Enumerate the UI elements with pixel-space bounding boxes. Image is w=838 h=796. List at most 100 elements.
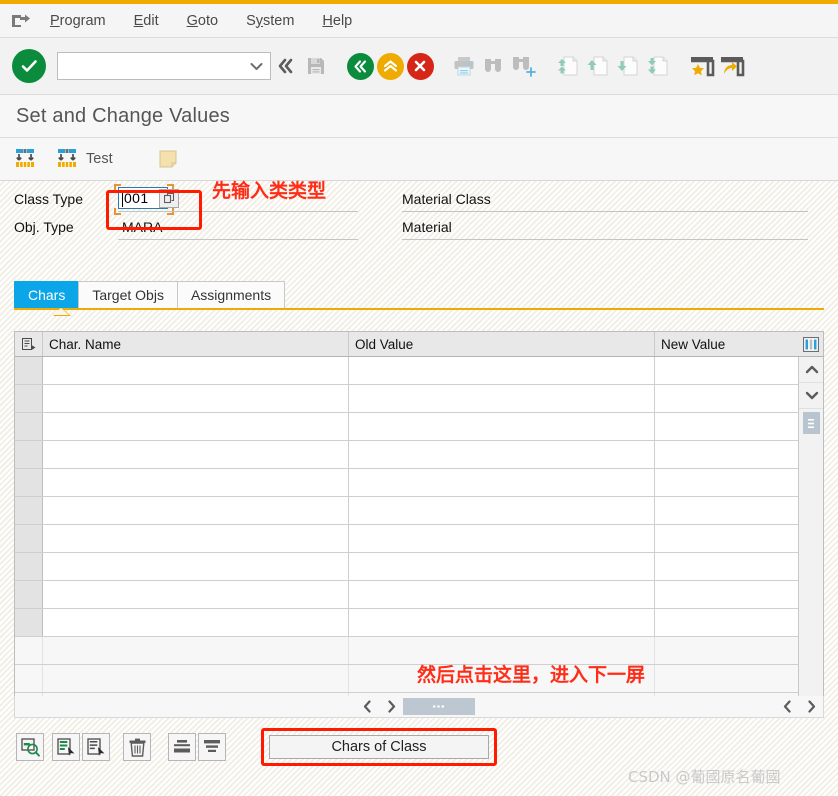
scroll-left-end-icon[interactable] [775, 697, 799, 717]
exit-button[interactable] [375, 48, 405, 84]
trash-button[interactable] [123, 733, 151, 761]
cell-new-value[interactable] [655, 609, 802, 636]
table-row[interactable] [15, 525, 823, 553]
cell-new-value[interactable] [655, 469, 802, 496]
back-button[interactable] [345, 48, 375, 84]
cell-old-value[interactable] [349, 441, 655, 468]
cell-char-name[interactable] [43, 469, 349, 496]
cell-old-value[interactable] [349, 525, 655, 552]
cell-old-value[interactable] [349, 581, 655, 608]
cell-char-name[interactable] [43, 609, 349, 636]
cell-new-value[interactable] [655, 497, 802, 524]
cell-old-value[interactable] [349, 357, 655, 384]
table-row[interactable] [15, 497, 823, 525]
last-page-button[interactable] [643, 48, 673, 84]
menu-edit[interactable]: Edit [120, 10, 173, 32]
cell-char-name[interactable] [43, 441, 349, 468]
menu-system[interactable]: System [232, 10, 308, 32]
cell-new-value[interactable] [655, 581, 802, 608]
cell-new-value[interactable] [655, 357, 802, 384]
select-all-icon[interactable] [15, 332, 43, 356]
material-underline[interactable] [402, 239, 808, 240]
scroll-down-icon[interactable] [799, 383, 823, 409]
collapse-command-button[interactable] [271, 48, 301, 84]
scroll-thumb-icon[interactable] [802, 412, 820, 434]
enter-button[interactable] [12, 49, 46, 83]
table-row[interactable] [15, 413, 823, 441]
first-page-button[interactable] [553, 48, 583, 84]
cell-old-value[interactable] [349, 497, 655, 524]
cell-char-name[interactable] [43, 525, 349, 552]
grid-vertical-scrollbar[interactable] [798, 357, 823, 713]
cell-char-name[interactable] [43, 385, 349, 412]
cell-old-value[interactable] [349, 553, 655, 580]
table-row[interactable] [15, 385, 823, 413]
exit-session-icon[interactable] [6, 13, 36, 29]
row-selector[interactable] [15, 357, 43, 384]
cell-new-value[interactable] [655, 413, 802, 440]
cell-old-value[interactable] [349, 385, 655, 412]
cell-char-name[interactable] [43, 413, 349, 440]
cell-new-value[interactable] [655, 525, 802, 552]
find-entry-button[interactable] [16, 733, 44, 761]
scroll-right-icon[interactable] [379, 697, 403, 717]
table-row[interactable] [15, 441, 823, 469]
tab-target-objs[interactable]: Target Objs [78, 281, 178, 308]
command-field[interactable] [57, 52, 271, 80]
table-row[interactable] [15, 581, 823, 609]
menu-help[interactable]: Help [308, 10, 366, 32]
sort-descending-button[interactable] [198, 733, 226, 761]
cancel-button[interactable] [405, 48, 435, 84]
test-button[interactable]: Test [50, 144, 118, 174]
column-char-name[interactable]: Char. Name [43, 332, 349, 356]
row-selector[interactable] [15, 413, 43, 440]
cell-old-value[interactable] [349, 609, 655, 636]
row-selector[interactable] [15, 441, 43, 468]
scroll-right-end-icon[interactable] [799, 697, 823, 717]
save-button[interactable] [301, 48, 331, 84]
table-row[interactable] [15, 609, 823, 637]
help-button[interactable] [717, 48, 747, 84]
row-selector[interactable] [15, 385, 43, 412]
assign-values-button[interactable] [8, 144, 42, 174]
chars-of-class-button[interactable]: Chars of Class [269, 735, 489, 759]
previous-page-button[interactable] [583, 48, 613, 84]
print-button[interactable] [449, 48, 479, 84]
grid-horizontal-scrollbar[interactable] [14, 696, 824, 718]
find-button[interactable] [479, 48, 509, 84]
material-class-underline[interactable] [402, 211, 808, 212]
chevron-down-icon[interactable] [250, 62, 263, 71]
insert-row-button[interactable] [52, 733, 80, 761]
row-selector[interactable] [15, 497, 43, 524]
cell-char-name[interactable] [43, 581, 349, 608]
find-next-button[interactable] [509, 48, 539, 84]
note-button[interactable] [152, 144, 184, 174]
row-selector[interactable] [15, 609, 43, 636]
table-row[interactable] [15, 469, 823, 497]
cell-char-name[interactable] [43, 357, 349, 384]
sort-ascending-button[interactable] [168, 733, 196, 761]
cell-char-name[interactable] [43, 553, 349, 580]
tab-assignments[interactable]: Assignments [176, 281, 286, 308]
table-row[interactable] [15, 553, 823, 581]
scroll-thumb-icon[interactable] [403, 697, 475, 715]
cell-new-value[interactable] [655, 441, 802, 468]
row-selector[interactable] [15, 469, 43, 496]
delete-row-button[interactable] [82, 733, 110, 761]
column-old-value[interactable]: Old Value [349, 332, 655, 356]
next-page-button[interactable] [613, 48, 643, 84]
menu-goto[interactable]: Goto [173, 10, 232, 32]
cell-new-value[interactable] [655, 385, 802, 412]
cell-old-value[interactable] [349, 413, 655, 440]
grid-config-icon[interactable] [798, 332, 823, 356]
row-selector[interactable] [15, 581, 43, 608]
scroll-up-icon[interactable] [799, 357, 823, 383]
row-selector[interactable] [15, 525, 43, 552]
hscroll-track[interactable] [403, 697, 775, 717]
cell-char-name[interactable] [43, 497, 349, 524]
menu-program[interactable]: Program [36, 10, 120, 32]
column-new-value[interactable]: New Value [655, 332, 777, 356]
table-row[interactable] [15, 357, 823, 385]
cell-old-value[interactable] [349, 469, 655, 496]
tab-chars[interactable]: Chars [14, 281, 80, 308]
